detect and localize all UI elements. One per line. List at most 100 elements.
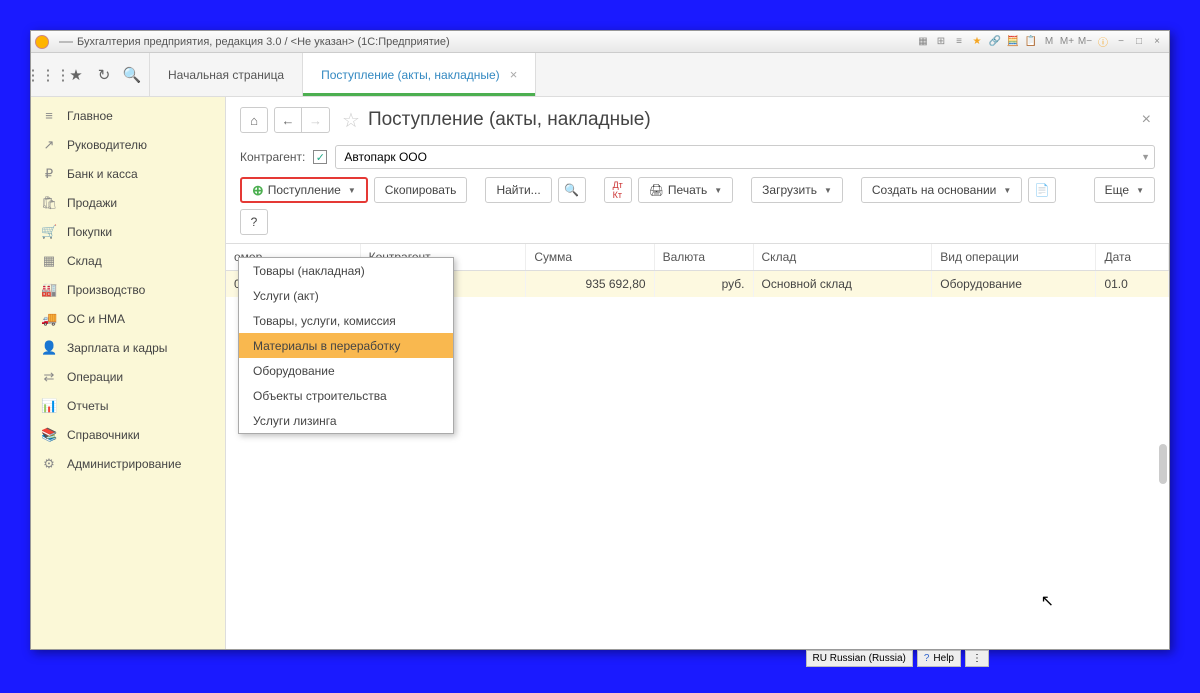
sidebar-icon: ≡ <box>41 108 57 123</box>
dropdown-item[interactable]: Объекты строительства <box>239 383 453 408</box>
print-button[interactable]: 🖨 Печать ▼ <box>638 177 733 203</box>
sidebar-icon: ⚙ <box>41 456 57 472</box>
sidebar-label: ОС и НМА <box>67 312 125 326</box>
dropdown-item[interactable]: Услуги (акт) <box>239 283 453 308</box>
dt-kt-button[interactable]: ДтКт <box>604 177 632 203</box>
window-title: Бухгалтерия предприятия, редакция 3.0 / … <box>77 36 450 48</box>
button-label: Создать на основании <box>872 183 997 197</box>
filter-value: Автопарк ООО <box>344 150 427 164</box>
sidebar-label: Главное <box>67 109 113 123</box>
sidebar-icon: ▦ <box>41 253 57 269</box>
sidebar-item[interactable]: 🛍Продажи <box>31 188 225 217</box>
column-header[interactable]: Валюта <box>654 244 753 271</box>
m-minus-button[interactable]: M− <box>1077 34 1093 50</box>
help-button[interactable]: ? <box>240 209 268 235</box>
sidebar-item[interactable]: ⇄Операции <box>31 362 225 391</box>
tab-close-icon[interactable]: × <box>510 67 518 82</box>
close-icon[interactable]: × <box>1149 34 1165 50</box>
column-header[interactable]: Сумма <box>526 244 654 271</box>
maximize-icon[interactable]: □ <box>1131 34 1147 50</box>
filter-label: Контрагент: <box>240 150 305 164</box>
sidebar-icon: 🚚 <box>41 311 57 327</box>
load-button[interactable]: Загрузить ▼ <box>751 177 843 203</box>
star-icon[interactable]: ★ <box>67 66 85 84</box>
apps-icon[interactable]: ⋮⋮⋮ <box>39 66 57 84</box>
back-button[interactable]: ← <box>274 107 302 133</box>
help-status[interactable]: ?Help <box>917 650 961 667</box>
create-based-button[interactable]: Создать на основании ▼ <box>861 177 1022 203</box>
sidebar-item[interactable]: ⚙ Администрирование <box>31 449 225 478</box>
sidebar-icon: 🛒 <box>41 224 57 240</box>
forward-button[interactable]: → <box>302 107 330 133</box>
favorite-icon[interactable]: ★ <box>969 34 985 50</box>
dropdown-item[interactable]: Оборудование <box>239 358 453 383</box>
clear-filter-button[interactable]: 🔍 <box>558 177 586 203</box>
toolbar-icon[interactable]: 🧮 <box>1005 34 1021 50</box>
tab-bar: ⋮⋮⋮ ★ ↻ 🔍 Начальная страница Поступление… <box>31 53 1169 97</box>
tab-home[interactable]: Начальная страница <box>150 53 303 96</box>
button-label: Найти... <box>496 183 540 197</box>
sidebar-icon: 👤 <box>41 340 57 356</box>
sidebar-icon: ↗ <box>41 137 57 153</box>
create-receipt-button[interactable]: ⊕ Поступление ▼ <box>240 177 368 203</box>
home-button[interactable]: ⌂ <box>240 107 268 133</box>
table-cell: Основной склад <box>753 271 932 298</box>
filter-checkbox[interactable]: ✓ <box>313 150 327 164</box>
favorite-page-icon[interactable]: ☆ <box>342 108 360 133</box>
counterparty-input[interactable]: Автопарк ООО ▼ <box>335 145 1155 169</box>
search-icon[interactable]: 🔍 <box>123 66 141 84</box>
more-button[interactable]: Еще ▼ <box>1094 177 1155 203</box>
m-button[interactable]: M <box>1041 34 1057 50</box>
sidebar-item[interactable]: 🚚 ОС и НМА <box>31 304 225 333</box>
sidebar-item[interactable]: ▦Склад <box>31 246 225 275</box>
sidebar-item[interactable]: ₽ Банк и касса <box>31 159 225 188</box>
printer-icon: 🖨 <box>649 183 664 197</box>
sidebar-item[interactable]: 🛒Покупки <box>31 217 225 246</box>
caret-icon: ▼ <box>1136 186 1144 195</box>
sidebar-icon: ⇄ <box>41 369 57 385</box>
sidebar-item[interactable]: 👤Зарплата и кадры <box>31 333 225 362</box>
toolbar-icon[interactable]: ▦ <box>915 34 931 50</box>
history-icon[interactable]: ↻ <box>95 66 113 84</box>
column-header[interactable]: Склад <box>753 244 932 271</box>
dropdown-item[interactable]: Товары, услуги, комиссия <box>239 308 453 333</box>
dropdown-item[interactable]: Товары (накладная) <box>239 258 453 283</box>
sidebar-item[interactable]: 📊Отчеты <box>31 391 225 420</box>
m-plus-button[interactable]: M+ <box>1059 34 1075 50</box>
sidebar-item[interactable]: 📚Справочники <box>31 420 225 449</box>
sidebar-item[interactable]: ≡ Главное <box>31 101 225 130</box>
toolbar-icon[interactable]: ⊞ <box>933 34 949 50</box>
sidebar-icon: ₽ <box>41 166 57 182</box>
toolbar-icon[interactable]: 📋 <box>1023 34 1039 50</box>
sidebar-icon: 📚 <box>41 427 57 443</box>
tab-receipts[interactable]: Поступление (акты, накладные) × <box>303 53 536 96</box>
sidebar-item[interactable]: 🏭Производство <box>31 275 225 304</box>
close-page-icon[interactable]: × <box>1138 107 1155 133</box>
status-menu[interactable]: ⋮ <box>965 650 989 667</box>
toolbar-icon[interactable]: 🔗 <box>987 34 1003 50</box>
dropdown-item[interactable]: Материалы в переработку <box>239 333 453 358</box>
app-logo-icon <box>35 35 49 49</box>
caret-icon: ▼ <box>714 186 722 195</box>
dropdown-item[interactable]: Услуги лизинга <box>239 408 453 433</box>
scrollbar-thumb[interactable] <box>1159 444 1167 484</box>
report-button[interactable]: 📄 <box>1028 177 1056 203</box>
button-label: Еще <box>1105 183 1129 197</box>
titlebar: Бухгалтерия предприятия, редакция 3.0 / … <box>31 31 1169 53</box>
minimize-icon[interactable]: − <box>1113 34 1129 50</box>
column-header[interactable]: Дата <box>1096 244 1169 271</box>
dash-icon <box>59 41 73 43</box>
info-icon[interactable]: ⓘ <box>1095 34 1111 50</box>
copy-button[interactable]: Скопировать <box>374 177 468 203</box>
dropdown-caret-icon[interactable]: ▼ <box>1141 152 1150 162</box>
sidebar-item[interactable]: ↗Руководителю <box>31 130 225 159</box>
find-button[interactable]: Найти... <box>485 177 551 203</box>
column-header[interactable]: Вид операции <box>932 244 1096 271</box>
table-cell: 935 692,80 <box>526 271 654 298</box>
sidebar-label: Банк и касса <box>67 167 138 181</box>
sidebar-icon: 🏭 <box>41 282 57 298</box>
toolbar-icon[interactable]: ≡ <box>951 34 967 50</box>
table-cell: Оборудование <box>932 271 1096 298</box>
language-status[interactable]: RU Russian (Russia) <box>806 650 913 667</box>
sidebar-label: Администрирование <box>67 457 181 471</box>
